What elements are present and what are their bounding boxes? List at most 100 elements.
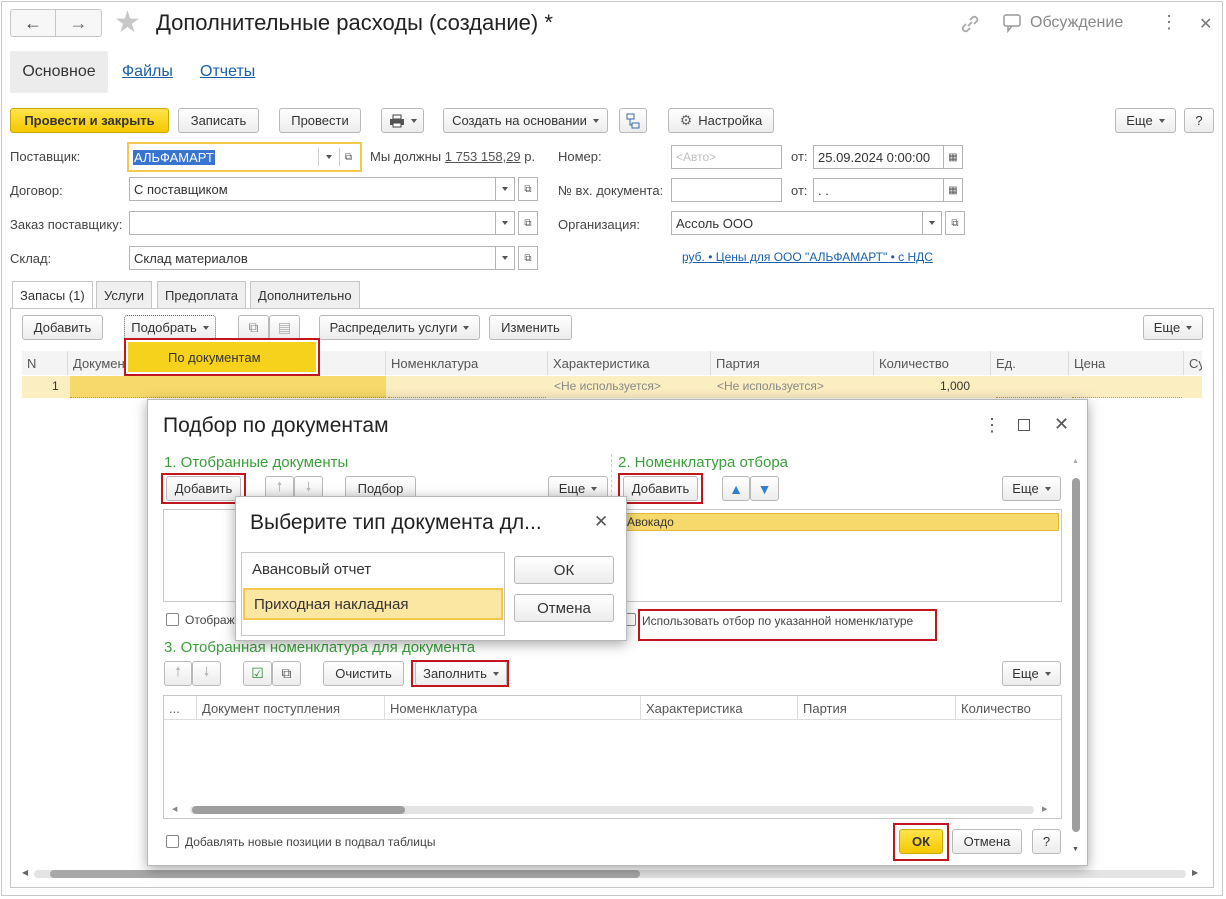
table-more-button[interactable]: Еще: [1143, 315, 1203, 340]
dialog-more2-button[interactable]: Еще: [1002, 476, 1061, 501]
supplier-open-icon[interactable]: ⧉: [339, 148, 357, 166]
col-characteristic[interactable]: Характеристика: [548, 351, 711, 375]
grid-scroll-left-icon[interactable]: ◀: [172, 805, 177, 813]
add-row-button[interactable]: Добавить: [22, 315, 103, 340]
grid-col-nomenclature[interactable]: Номенклатура: [385, 696, 641, 720]
list-item[interactable]: Приходная накладная: [243, 588, 503, 620]
forward-arrow-icon[interactable]: →: [56, 10, 101, 36]
cell-document[interactable]: [70, 376, 386, 398]
col-n[interactable]: N: [22, 351, 68, 375]
col-batch[interactable]: Партия: [711, 351, 874, 375]
tab-services[interactable]: Услуги: [96, 281, 152, 308]
grid-col-quantity[interactable]: Количество: [956, 696, 1060, 720]
section3-up-button[interactable]: 🠕: [164, 661, 192, 686]
tab-additional[interactable]: Дополнительно: [250, 281, 360, 308]
col-price[interactable]: Цена: [1069, 351, 1184, 375]
grid-scroll-right-icon[interactable]: ▶: [1042, 805, 1047, 813]
post-and-close-button[interactable]: Провести и закрыть: [10, 108, 169, 133]
dialog-maximize-icon[interactable]: [1018, 419, 1030, 431]
scroll-right-arrow-icon[interactable]: ▶: [1192, 868, 1198, 877]
change-button[interactable]: Изменить: [489, 315, 572, 340]
table-row[interactable]: 1 <Не используется> <Не используется> 1,…: [22, 376, 1202, 398]
dialog-vscrollbar[interactable]: ▲ ▼: [1070, 458, 1082, 858]
popup-close-icon[interactable]: ✕: [594, 512, 608, 532]
settings-button[interactable]: ⚙ Настройка: [668, 108, 774, 133]
tab-files[interactable]: Файлы: [122, 63, 173, 81]
org-open-icon[interactable]: ⧉: [945, 211, 965, 235]
tab-inventory[interactable]: Запасы (1): [12, 281, 93, 309]
list-item[interactable]: Авансовый отчет: [252, 561, 371, 578]
we-owe-amount[interactable]: 1 753 158,29: [445, 149, 521, 164]
back-arrow-icon[interactable]: ←: [11, 10, 57, 36]
distribute-services-button[interactable]: Распределить услуги: [319, 315, 480, 340]
clear-button[interactable]: Очистить: [323, 661, 404, 686]
paste-button[interactable]: ▤: [269, 315, 300, 340]
org-input[interactable]: Ассоль ООО: [671, 211, 923, 235]
save-button[interactable]: Записать: [178, 108, 259, 133]
cell-characteristic[interactable]: <Не используется>: [554, 379, 661, 393]
close-icon[interactable]: ✕: [1199, 14, 1212, 34]
nomenclature-down-button[interactable]: ▼: [750, 476, 779, 501]
price-type-link[interactable]: руб. • Цены для ООО "АЛЬФАМАРТ" • с НДС: [682, 250, 933, 264]
uncheck-all-button[interactable]: ⧉: [272, 661, 301, 686]
date-input[interactable]: 25.09.2024 0:00:00: [813, 145, 944, 169]
order-open-icon[interactable]: ⧉: [518, 211, 538, 235]
favorite-star-icon[interactable]: ★: [114, 6, 141, 40]
dialog-close-icon[interactable]: ✕: [1054, 414, 1069, 435]
supplier-dropdown-icon[interactable]: [318, 148, 338, 166]
list-item[interactable]: Авокадо: [621, 513, 1059, 531]
nomenclature-up-button[interactable]: ▲: [722, 476, 750, 501]
pick-button[interactable]: Подобрать: [124, 315, 216, 340]
tab-reports[interactable]: Отчеты: [200, 63, 255, 81]
section3-down-button[interactable]: 🠗: [192, 661, 221, 686]
incoming-calendar-icon[interactable]: ▦: [943, 178, 963, 202]
discussion-label[interactable]: Обсуждение: [1030, 14, 1123, 32]
structure-button[interactable]: [619, 108, 647, 133]
order-input[interactable]: [129, 211, 496, 235]
contract-dropdown-icon[interactable]: [495, 177, 515, 201]
vscroll-down-icon[interactable]: ▼: [1072, 846, 1079, 853]
contract-input[interactable]: С поставщиком: [129, 177, 496, 201]
print-button[interactable]: [381, 108, 424, 133]
dialog-vscroll-thumb[interactable]: [1072, 478, 1080, 832]
dialog-cancel-button[interactable]: Отмена: [952, 829, 1022, 854]
grid-col-dots[interactable]: ...: [164, 696, 197, 720]
dialog-more-vertical-icon[interactable]: ⋮: [983, 415, 1001, 436]
doc-type-list[interactable]: Авансовый отчет Приходная накладная: [241, 552, 505, 636]
cell-unit[interactable]: [996, 376, 1062, 398]
grid-scrollbar-thumb[interactable]: [192, 806, 405, 814]
incoming-date-input[interactable]: . .: [813, 178, 944, 202]
vscroll-up-icon[interactable]: ▲: [1072, 458, 1079, 465]
number-input[interactable]: <Авто>: [671, 145, 782, 169]
cell-price[interactable]: [1072, 376, 1182, 398]
dialog-help-button[interactable]: ?: [1032, 829, 1061, 854]
tab-main[interactable]: Основное: [10, 51, 108, 93]
col-quantity[interactable]: Количество: [874, 351, 991, 375]
contract-open-icon[interactable]: ⧉: [518, 177, 538, 201]
dialog-more3-button[interactable]: Еще: [1002, 661, 1061, 686]
post-button[interactable]: Провести: [279, 108, 361, 133]
cell-quantity[interactable]: 1,000: [940, 379, 970, 393]
main-scrollbar[interactable]: ◀ ▶: [22, 868, 1202, 880]
main-scrollbar-thumb[interactable]: [50, 870, 640, 878]
incoming-doc-input[interactable]: [671, 178, 782, 202]
menu-item-by-documents[interactable]: По документам: [128, 342, 316, 372]
tab-prepayment[interactable]: Предоплата: [157, 281, 246, 308]
calendar-icon[interactable]: ▦: [943, 145, 963, 169]
org-dropdown-icon[interactable]: [922, 211, 942, 235]
warehouse-input[interactable]: Склад материалов: [129, 246, 496, 270]
more-button[interactable]: Еще: [1115, 108, 1176, 133]
scroll-left-arrow-icon[interactable]: ◀: [22, 868, 28, 877]
order-dropdown-icon[interactable]: [495, 211, 515, 235]
popup-ok-button[interactable]: ОК: [514, 556, 614, 584]
warehouse-dropdown-icon[interactable]: [495, 246, 515, 270]
link-icon[interactable]: [958, 12, 982, 36]
discussion-icon[interactable]: [1002, 13, 1024, 34]
grid-scrollbar[interactable]: ◀ ▶: [172, 805, 1052, 815]
cell-nomenclature[interactable]: [388, 376, 546, 398]
show-checkbox[interactable]: [166, 613, 179, 626]
grid-col-characteristic[interactable]: Характеристика: [641, 696, 798, 720]
grid-col-receipt-doc[interactable]: Документ поступления: [197, 696, 385, 720]
add-new-positions-checkbox[interactable]: [166, 835, 179, 848]
help-button[interactable]: ?: [1184, 108, 1214, 133]
